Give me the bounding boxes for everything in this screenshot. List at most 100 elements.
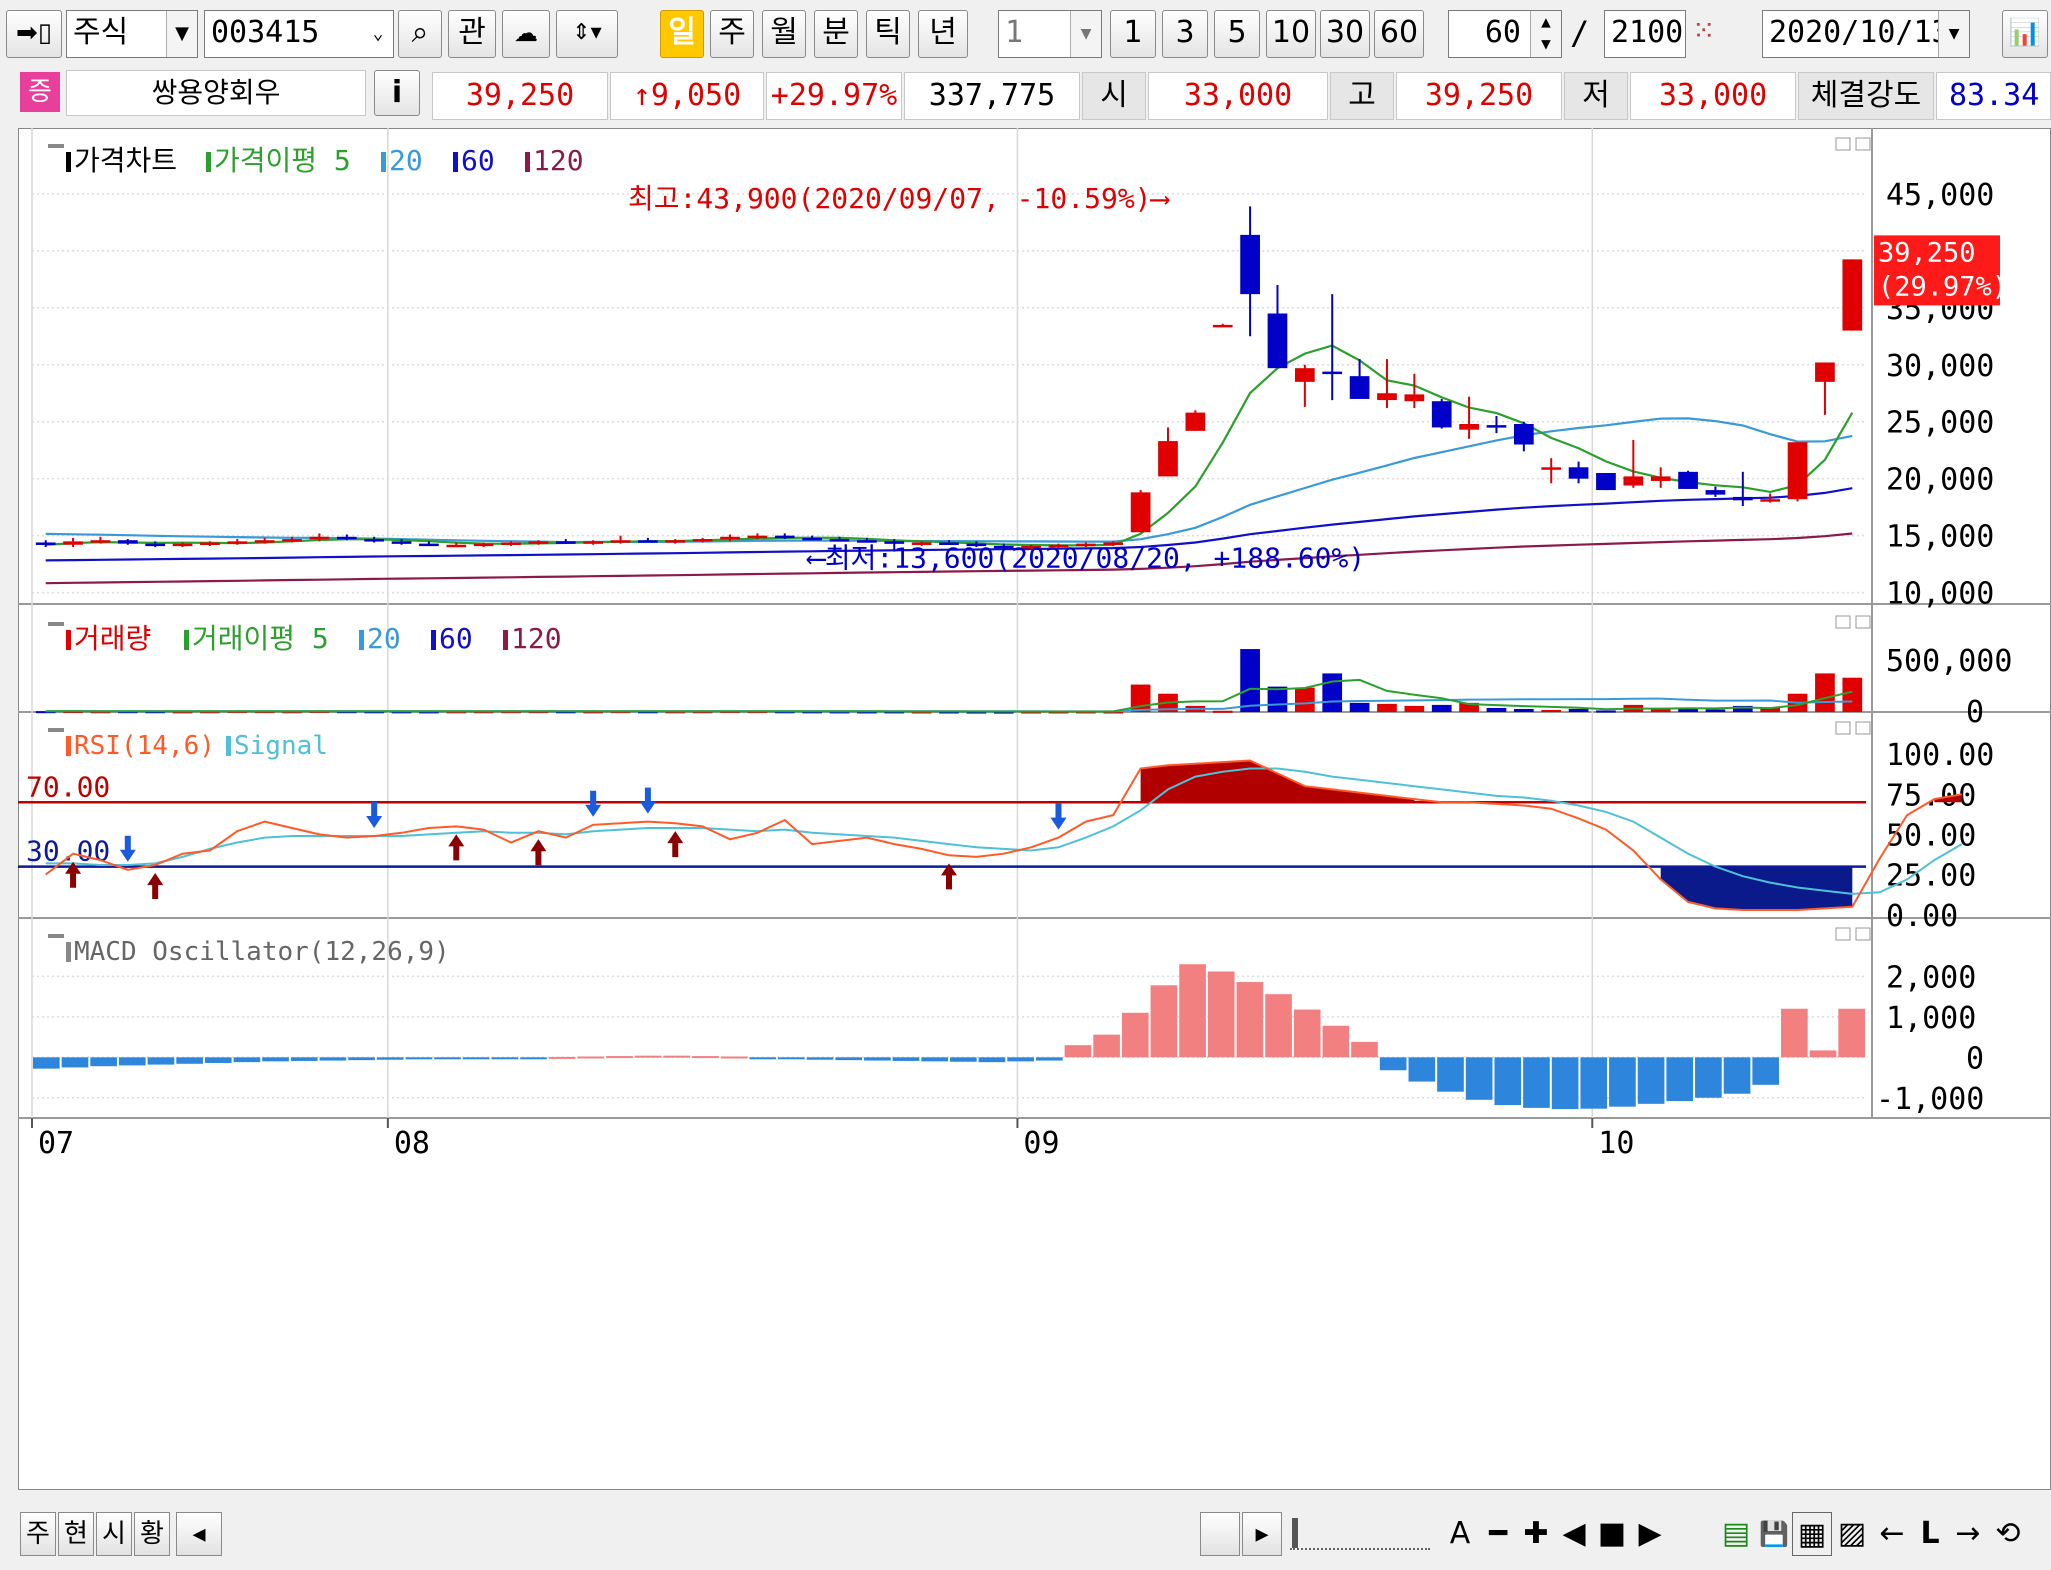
- candle-body[interactable]: [1294, 368, 1315, 382]
- tab-hwang[interactable]: 황: [134, 1512, 170, 1556]
- link-icon[interactable]: ➡▯: [6, 10, 62, 58]
- candle-body[interactable]: [802, 537, 822, 541]
- tab-ju[interactable]: 주: [20, 1512, 56, 1556]
- candle-body[interactable]: [774, 535, 795, 539]
- volume-bar[interactable]: [1267, 686, 1288, 712]
- panel-close-icon[interactable]: [1855, 137, 1871, 151]
- candle-body[interactable]: [1185, 412, 1206, 431]
- candle-body[interactable]: [747, 535, 768, 539]
- candle-body[interactable]: [1486, 425, 1507, 428]
- candle-body[interactable]: [1322, 371, 1343, 375]
- volume-bar[interactable]: [1568, 708, 1589, 712]
- l-icon[interactable]: L: [1910, 1512, 1950, 1556]
- excel-icon[interactable]: ▤: [1716, 1512, 1756, 1556]
- macd-bar[interactable]: [634, 1055, 662, 1058]
- macd-bar[interactable]: [806, 1057, 834, 1060]
- scroll-button[interactable]: [1200, 1512, 1240, 1556]
- interval-10-button[interactable]: 10: [1266, 10, 1316, 58]
- candle-body[interactable]: [692, 539, 713, 542]
- macd-bar[interactable]: [1752, 1057, 1780, 1085]
- panel-restore-icon[interactable]: [1835, 927, 1851, 941]
- macd-bar[interactable]: [1236, 982, 1264, 1058]
- candle-body[interactable]: [172, 543, 193, 547]
- panel-restore-icon[interactable]: [1835, 721, 1851, 735]
- stop-icon[interactable]: ■: [1592, 1512, 1632, 1556]
- zoom-slider[interactable]: [1290, 1518, 1430, 1550]
- candle-body[interactable]: [309, 536, 330, 540]
- chart-view-icon[interactable]: ▨: [1832, 1512, 1872, 1556]
- macd-bar[interactable]: [491, 1057, 519, 1060]
- next-icon[interactable]: ▶: [1630, 1512, 1670, 1556]
- candle-body[interactable]: [1815, 362, 1835, 382]
- macd-bar[interactable]: [1465, 1057, 1493, 1100]
- code-input[interactable]: 003415 ⌄: [204, 10, 394, 58]
- count-input[interactable]: 60 ▲ ▼: [1448, 10, 1562, 58]
- macd-bar[interactable]: [692, 1056, 719, 1059]
- candle-body[interactable]: [528, 541, 549, 544]
- candle-body[interactable]: [1596, 472, 1616, 491]
- candle-body[interactable]: [1377, 393, 1397, 401]
- candle-body[interactable]: [1541, 467, 1562, 470]
- interval-3-button[interactable]: 3: [1162, 10, 1208, 58]
- macd-bar[interactable]: [1838, 1008, 1865, 1058]
- arrow-right-icon[interactable]: →: [1948, 1512, 1988, 1556]
- volume-bar[interactable]: [1349, 702, 1370, 712]
- interval-5-button[interactable]: 5: [1214, 10, 1260, 58]
- volume-bar[interactable]: [1842, 677, 1863, 712]
- candle-body[interactable]: [555, 541, 576, 544]
- macd-bar[interactable]: [290, 1057, 318, 1061]
- volume-bar[interactable]: [1815, 673, 1835, 712]
- volume-bar[interactable]: [1541, 709, 1562, 712]
- candle-body[interactable]: [1623, 476, 1644, 486]
- candle-body[interactable]: [364, 539, 385, 542]
- macd-bar[interactable]: [118, 1057, 146, 1066]
- macd-bar[interactable]: [61, 1057, 89, 1068]
- candle-body[interactable]: [610, 540, 631, 543]
- macd-bar[interactable]: [1723, 1057, 1751, 1094]
- volume-bar[interactable]: [1377, 703, 1397, 712]
- candle-body[interactable]: [1650, 476, 1671, 481]
- candle-body[interactable]: [720, 536, 740, 540]
- macd-bar[interactable]: [950, 1057, 977, 1062]
- legend-handle-icon[interactable]: [48, 622, 64, 626]
- kwan-button[interactable]: 관: [448, 10, 496, 58]
- candle-body[interactable]: [1842, 259, 1863, 331]
- macd-bar[interactable]: [147, 1057, 175, 1065]
- interval-60-button[interactable]: 60: [1374, 10, 1424, 58]
- candle-body[interactable]: [35, 542, 56, 545]
- macd-bar[interactable]: [663, 1055, 691, 1058]
- chevron-down-icon[interactable]: ▼: [1938, 11, 1969, 57]
- candle-body[interactable]: [665, 540, 686, 543]
- candle-body[interactable]: [1459, 424, 1479, 430]
- macd-bar[interactable]: [434, 1057, 461, 1060]
- macd-bar[interactable]: [376, 1057, 404, 1060]
- chevron-down-icon[interactable]: ▼: [166, 11, 197, 57]
- candle-body[interactable]: [1212, 324, 1233, 328]
- chart-settings-icon[interactable]: 📊: [2002, 10, 2048, 58]
- macd-bar[interactable]: [1637, 1057, 1665, 1104]
- macd-bar[interactable]: [1093, 1034, 1120, 1058]
- legend-handle-icon[interactable]: [48, 728, 64, 732]
- volume-bar[interactable]: [1294, 687, 1315, 712]
- up-down-spinner[interactable]: ⇕▾: [556, 10, 618, 58]
- tab-hyeon[interactable]: 현: [58, 1512, 94, 1556]
- candle-body[interactable]: [501, 542, 521, 545]
- macd-bar[interactable]: [520, 1057, 547, 1060]
- legend-handle-icon[interactable]: [48, 934, 64, 938]
- macd-bar[interactable]: [348, 1057, 375, 1061]
- macd-bar[interactable]: [1179, 964, 1206, 1058]
- macd-bar[interactable]: [978, 1057, 1006, 1063]
- candle-body[interactable]: [200, 542, 220, 545]
- macd-bar[interactable]: [778, 1057, 805, 1060]
- panel-restore-icon[interactable]: [1835, 615, 1851, 629]
- volume-bar[interactable]: [1513, 708, 1534, 712]
- candle-body[interactable]: [336, 536, 357, 540]
- crosshair-icon[interactable]: ✚: [1516, 1512, 1556, 1556]
- candle-body[interactable]: [90, 540, 111, 543]
- tab-si[interactable]: 시: [96, 1512, 132, 1556]
- text-tool-icon[interactable]: A: [1440, 1512, 1480, 1556]
- macd-bar[interactable]: [1551, 1057, 1579, 1110]
- volume-bar[interactable]: [1705, 709, 1726, 712]
- macd-bar[interactable]: [1207, 971, 1235, 1058]
- macd-bar[interactable]: [864, 1057, 891, 1061]
